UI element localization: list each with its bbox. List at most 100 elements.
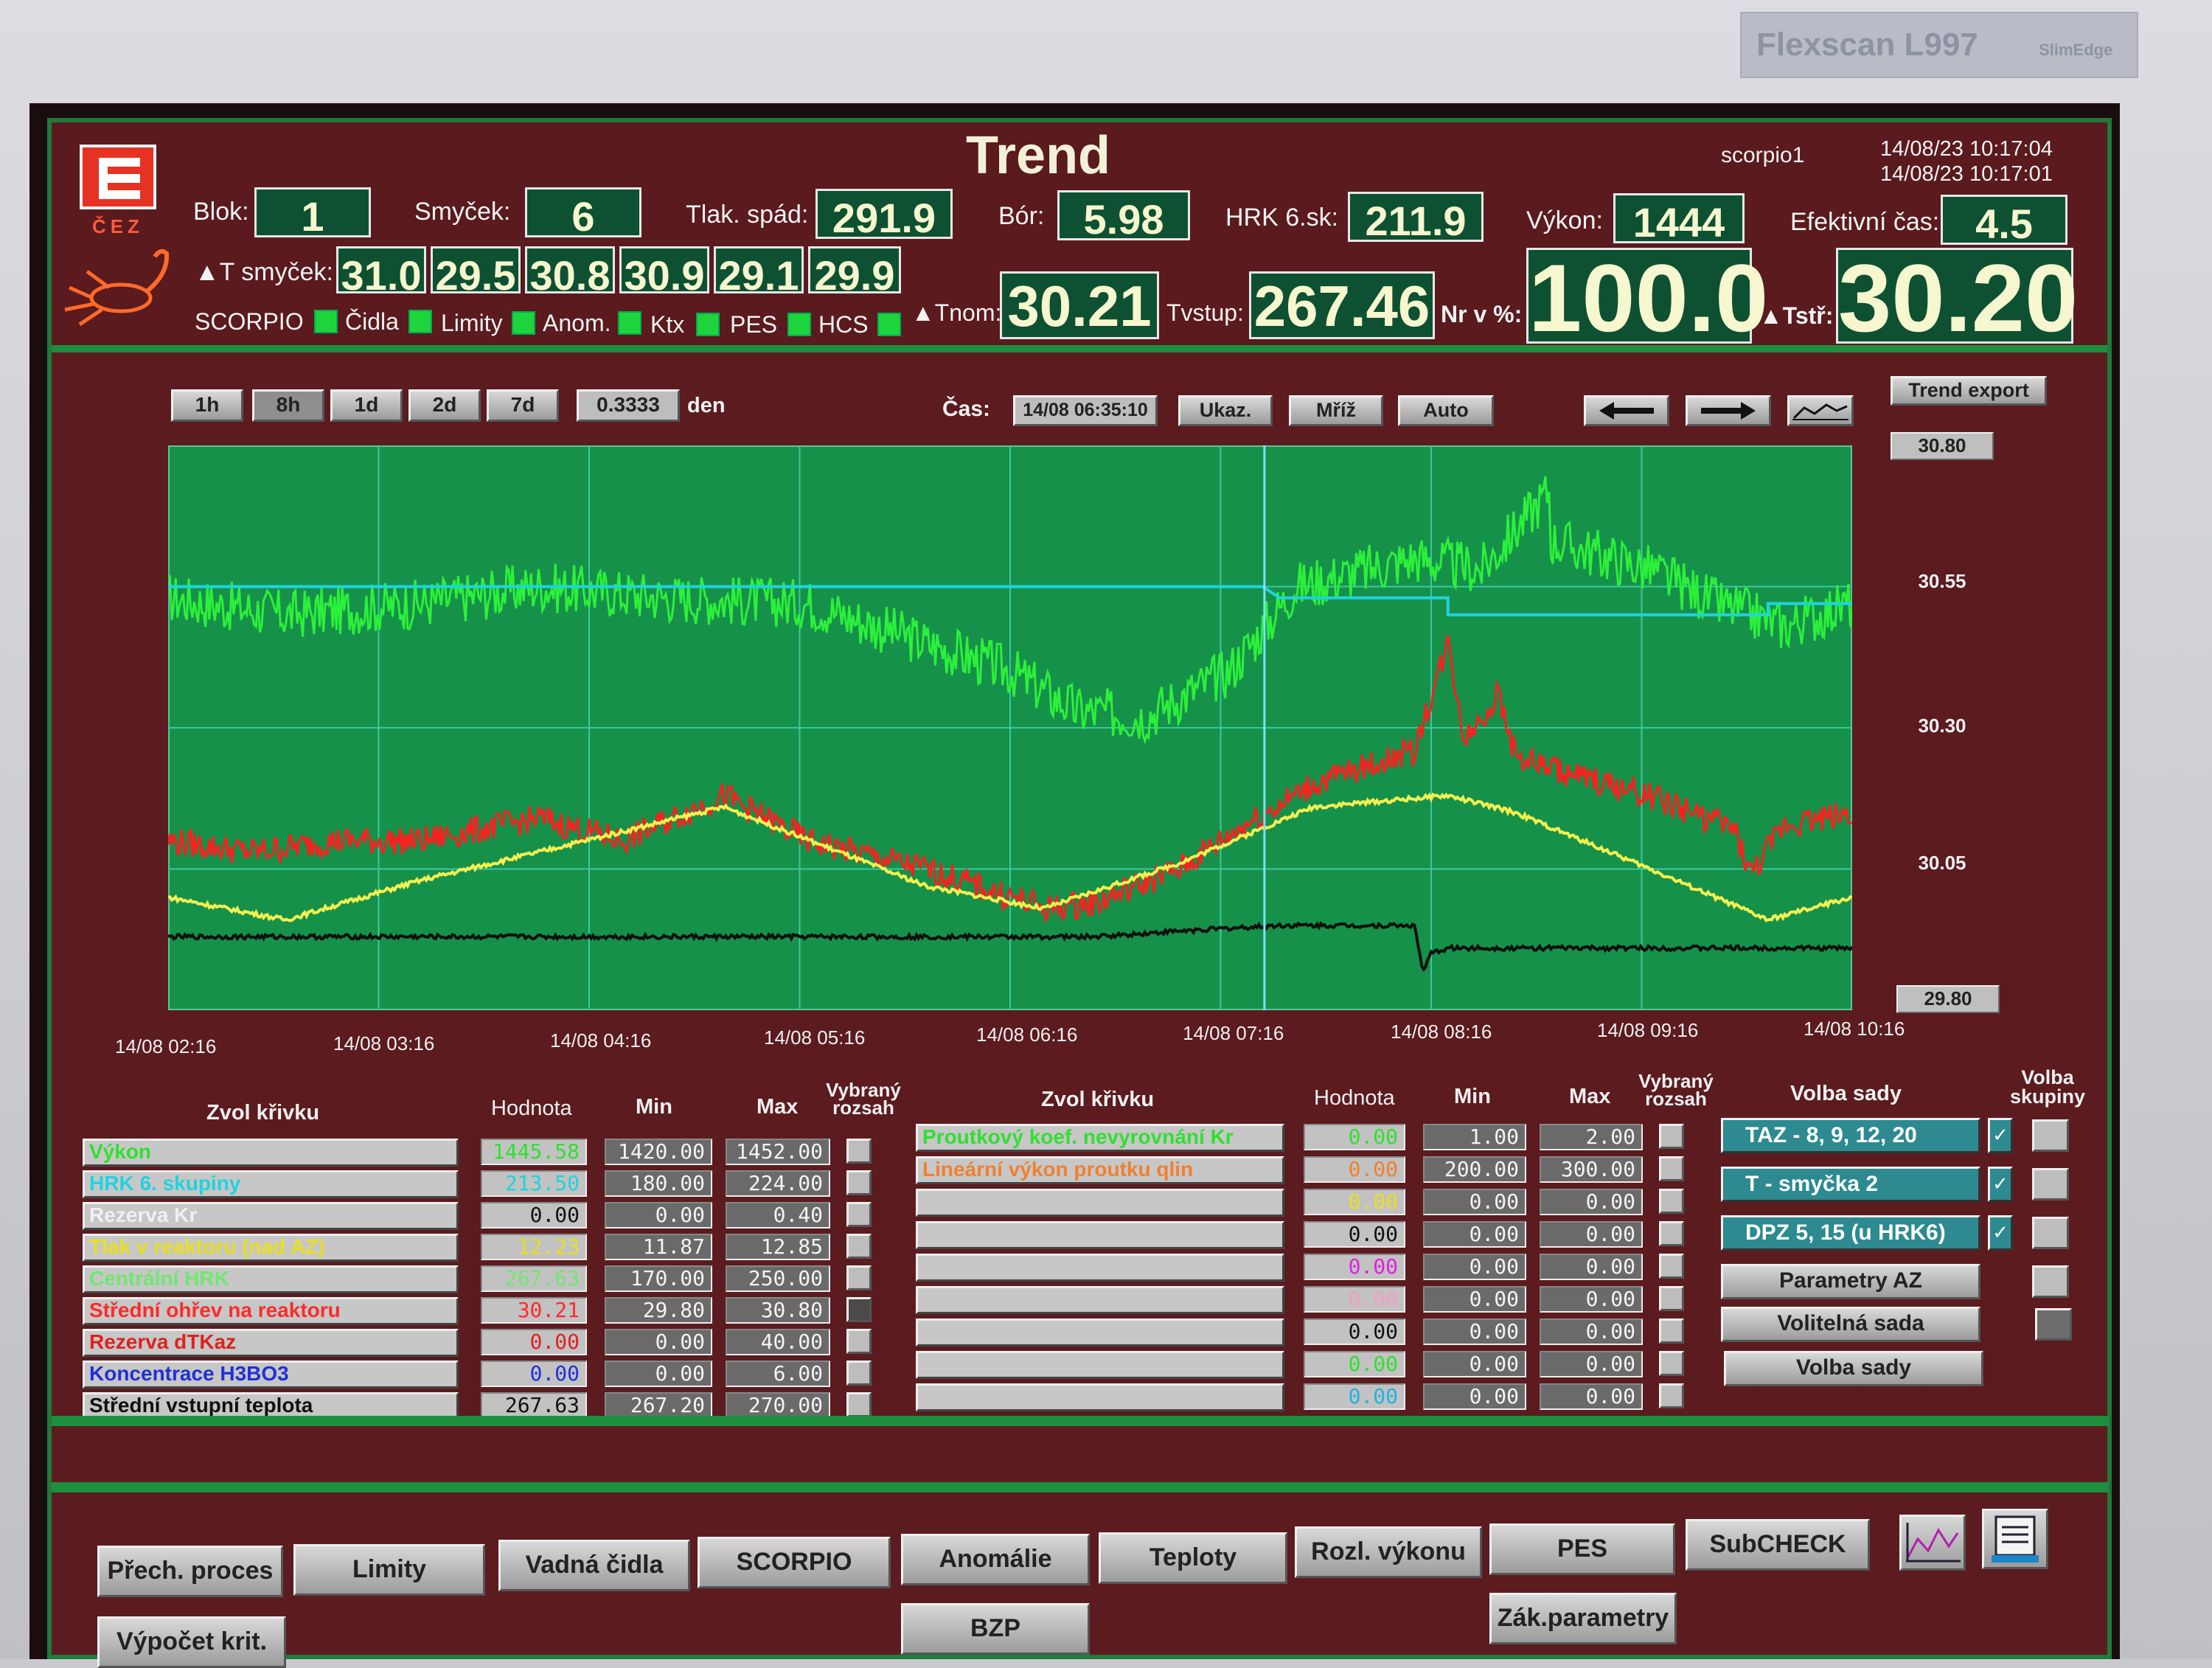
table_right-curve-4[interactable] <box>916 1254 1284 1282</box>
table_right-curve-7[interactable] <box>916 1351 1284 1379</box>
range-1d-button[interactable]: 1d <box>330 389 403 422</box>
range-7d-button[interactable]: 7d <box>487 389 559 422</box>
volba-sady-head: Volba sady <box>1790 1082 1902 1105</box>
table_left-range-check-7[interactable] <box>846 1361 872 1386</box>
subcheck-button[interactable]: SubCHECK <box>1686 1519 1870 1571</box>
scroll-right-button[interactable] <box>1686 395 1771 426</box>
table_left-curve-6[interactable]: Rezerva dTKaz <box>83 1329 459 1357</box>
table_left-curve-5[interactable]: Střední ohřev na reaktoru <box>83 1297 459 1325</box>
trend-export-button[interactable]: Trend export <box>1891 376 2047 406</box>
range-1h-button[interactable]: 1h <box>171 389 243 422</box>
datetime-data: 14/08/23 10:17:01 <box>1880 162 2053 186</box>
table_left-range-check-6[interactable] <box>846 1329 872 1354</box>
volba-set-taz[interactable]: TAZ - 8, 9, 12, 20 <box>1721 1118 1980 1153</box>
pes-button[interactable]: PES <box>1489 1523 1675 1575</box>
table_left-range-check-5[interactable] <box>846 1297 872 1322</box>
left-head-hodnota: Hodnota <box>491 1097 572 1120</box>
scorpio-button[interactable]: SCORPIO <box>698 1537 891 1588</box>
table_right-curve-2[interactable] <box>916 1189 1284 1217</box>
table_left-max-0: 1452.00 <box>726 1139 830 1165</box>
vadna-cidla-button[interactable]: Vadná čidla <box>498 1540 690 1591</box>
table_right-curve-1[interactable]: Lineární výkon proutku qlin <box>916 1156 1284 1184</box>
x-tick-label-3: 14/08 05:16 <box>764 1026 866 1049</box>
rozl-vykonu-button[interactable]: Rozl. výkonu <box>1295 1526 1482 1578</box>
prech-proces-button[interactable]: Přech. proces <box>97 1546 283 1597</box>
table_right-range-check-4[interactable] <box>1659 1254 1684 1279</box>
parametry-az-button[interactable]: Parametry AZ <box>1721 1264 1980 1299</box>
trend-chart <box>167 444 1854 1012</box>
table_left-value-8: 267.63 <box>481 1392 587 1419</box>
table_right-curve-8[interactable] <box>916 1383 1284 1411</box>
table_right-curve-6[interactable] <box>916 1318 1284 1346</box>
mriz-button[interactable]: Mříž <box>1289 395 1383 426</box>
limity-button[interactable]: Limity <box>293 1544 485 1596</box>
tvstup-value: 267.46 <box>1249 271 1435 339</box>
vykon-value: 1444 <box>1613 193 1745 246</box>
ukaz-button[interactable]: Ukaz. <box>1178 395 1273 426</box>
blok-value: 1 <box>254 187 371 240</box>
table_right-range-check-2[interactable] <box>1659 1189 1684 1214</box>
range-2d-button[interactable]: 2d <box>408 389 481 422</box>
table_right-range-check-5[interactable] <box>1659 1286 1684 1311</box>
vypocet-krit-button[interactable]: Výpočet krit. <box>97 1616 286 1668</box>
table_right-range-check-7[interactable] <box>1659 1351 1684 1376</box>
report-shortcut[interactable] <box>1982 1509 2048 1569</box>
left-head-max: Max <box>757 1095 799 1119</box>
table_left-range-check-8[interactable] <box>846 1392 872 1417</box>
table_left-range-check-4[interactable] <box>846 1265 872 1290</box>
table_right-value-3: 0.00 <box>1304 1221 1405 1248</box>
trend-line-icon <box>1792 403 1848 420</box>
volba-skupiny-2[interactable] <box>2032 1168 2069 1200</box>
volba-skupiny-5[interactable] <box>2035 1308 2072 1341</box>
table_right-range-check-6[interactable] <box>1659 1318 1684 1344</box>
range-value-field[interactable]: 0.3333 <box>577 389 680 422</box>
table_right-curve-5[interactable] <box>916 1286 1284 1314</box>
cez-logo <box>80 145 156 209</box>
volba-skupiny-1[interactable] <box>2032 1119 2069 1152</box>
table_right-value-2: 0.00 <box>1304 1189 1405 1215</box>
volba-skupiny-4[interactable] <box>2032 1265 2069 1298</box>
volitelna-sada-button[interactable]: Volitelná sada <box>1721 1307 1980 1342</box>
zak-parametry-button[interactable]: Zák.parametry <box>1489 1593 1677 1644</box>
teploty-button[interactable]: Teploty <box>1099 1532 1287 1584</box>
table_right-value-7: 0.00 <box>1304 1351 1405 1377</box>
table_left-range-check-3[interactable] <box>846 1234 872 1259</box>
table_right-range-check-3[interactable] <box>1659 1221 1684 1246</box>
table_left-curve-2[interactable]: Rezerva Kr <box>83 1202 459 1230</box>
volba-set-taz-dropdown[interactable]: ✓ <box>1988 1118 2013 1153</box>
anomalie-button[interactable]: Anomálie <box>901 1534 1090 1585</box>
volba-set-smycka[interactable]: T - smyčka 2 <box>1721 1167 1980 1202</box>
range-8h-button[interactable]: 8h <box>252 389 324 422</box>
table_right-value-6: 0.00 <box>1304 1318 1405 1345</box>
table_left-range-check-2[interactable] <box>846 1202 872 1227</box>
table_left-curve-4[interactable]: Centrální HRK <box>83 1265 459 1293</box>
separator-1 <box>52 1416 2109 1426</box>
table_left-range-check-0[interactable] <box>846 1139 872 1164</box>
table_left-curve-0[interactable]: Výkon <box>83 1139 459 1167</box>
table_left-curve-7[interactable]: Koncentrace H3BO3 <box>83 1361 459 1389</box>
volba-set-dpz[interactable]: DPZ 5, 15 (u HRK6) <box>1721 1215 1980 1251</box>
volba-sady-button[interactable]: Volba sady <box>1724 1351 1983 1386</box>
table_left-range-check-1[interactable] <box>846 1170 872 1195</box>
table_right-range-check-1[interactable] <box>1659 1156 1684 1181</box>
scroll-left-button[interactable] <box>1584 395 1669 426</box>
table_right-max-6: 0.00 <box>1540 1318 1643 1345</box>
table_right-range-check-0[interactable] <box>1659 1124 1684 1149</box>
volba-set-dpz-dropdown[interactable]: ✓ <box>1988 1215 2013 1251</box>
cas-field[interactable]: 14/08 06:35:10 <box>1013 395 1158 426</box>
volba-skupiny-3[interactable] <box>2032 1217 2069 1249</box>
table_left-min-8: 267.20 <box>605 1392 712 1419</box>
indicator-label-hcs: HCS <box>818 311 869 338</box>
volba-set-smycka-dropdown[interactable]: ✓ <box>1988 1167 2013 1202</box>
table_right-range-check-8[interactable] <box>1659 1383 1684 1408</box>
bzp-button[interactable]: BZP <box>901 1603 1090 1655</box>
right-head-max: Max <box>1569 1085 1611 1108</box>
trend-view-button[interactable] <box>1787 395 1854 426</box>
auto-button[interactable]: Auto <box>1398 395 1494 426</box>
trend-chart-shortcut[interactable] <box>1899 1515 1966 1571</box>
table_right-curve-0[interactable]: Proutkový koef. nevyrovnání Kr <box>916 1124 1284 1152</box>
table_left-curve-1[interactable]: HRK 6. skupiny <box>83 1170 459 1198</box>
table_left-curve-3[interactable]: Tlak v reaktoru (nad AZ) <box>83 1234 459 1262</box>
table_right-curve-3[interactable] <box>916 1221 1284 1249</box>
dt-smycka-3: 30.8 <box>525 246 615 299</box>
